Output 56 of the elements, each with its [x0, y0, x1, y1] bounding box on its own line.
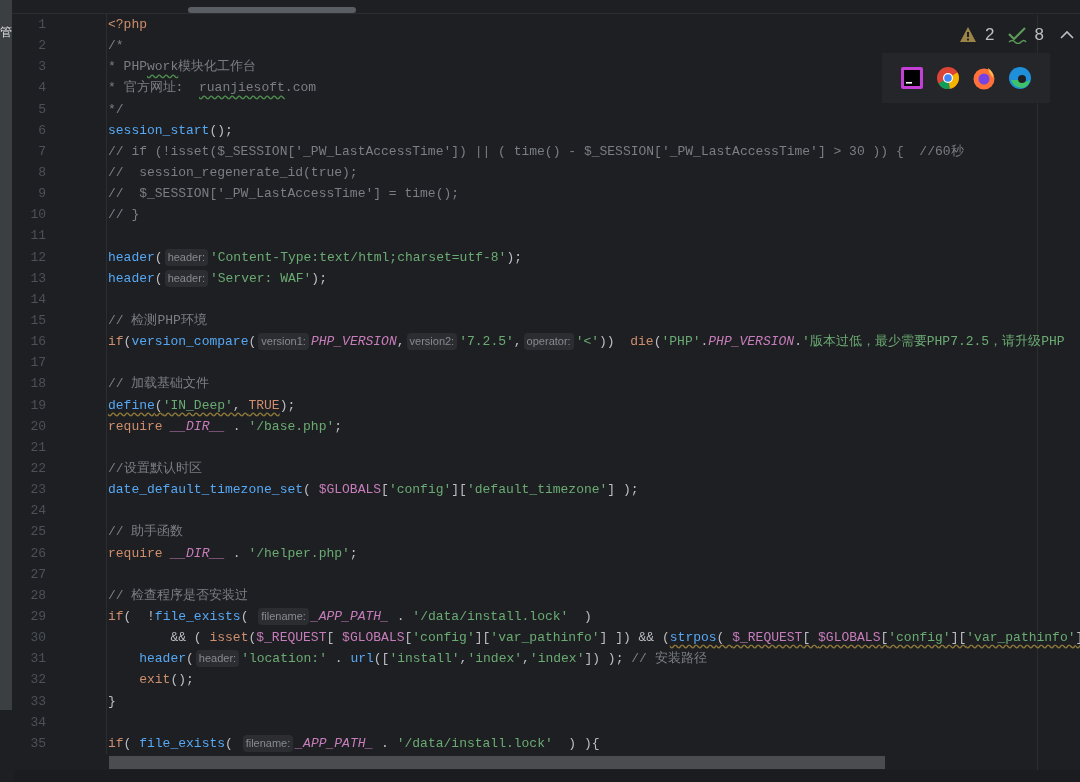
- app-icon[interactable]: [936, 66, 960, 90]
- code-text: 'location:' . url(['install','index','index']) ); // 安装路径: [241, 650, 707, 669]
- code-text: PHP_VERSION,: [310, 333, 405, 352]
- code-text: /*: [108, 37, 124, 56]
- warning-icon[interactable]: [959, 26, 978, 44]
- code-text: '<')) die('PHP'.PHP_VERSION.'版本过低，最少需要PHP7.2.5，请升级PHP: [575, 333, 1065, 352]
- warning-count[interactable]: 2: [985, 22, 995, 48]
- check-icon[interactable]: [1006, 25, 1027, 44]
- code-text: '7.2.5',: [459, 333, 522, 352]
- side-tab-label[interactable]: 管: [0, 25, 12, 39]
- app-icon[interactable]: [972, 66, 996, 90]
- code-text: session_start();: [108, 121, 233, 140]
- parameter-hint: header:: [195, 650, 240, 668]
- code-text: exit();: [138, 671, 194, 690]
- code-text: define('IN_Deep', TRUE);: [108, 396, 296, 415]
- code-text: 'Server: WAF');: [209, 269, 327, 288]
- app-icon[interactable]: [900, 66, 924, 90]
- code-text: if( !file_exists(: [108, 607, 250, 626]
- code-text: header(: [108, 269, 163, 288]
- code-text: // $_SESSION['_PW_LastAccessTime'] = time();: [108, 185, 460, 204]
- parameter-hint: filename:: [258, 608, 309, 625]
- code-text: // }: [108, 206, 140, 225]
- code-text: _APP_PATH_ . '/data/install.lock' ): [310, 607, 592, 626]
- code-text: //设置默认时区: [108, 459, 202, 478]
- code-text: // 加载基础文件: [108, 375, 210, 394]
- code-text: 'Content-Type:text/html;charset=utf-8');: [209, 248, 522, 267]
- parameter-hint: version1:: [258, 333, 309, 351]
- code-text: // 检查程序是否安装过: [108, 586, 249, 605]
- code-text: && ( isset($_REQUEST[ $GLOBALS['config']['var_pathinfo'] ]) && (strpos( $_REQUEST[ $GLOBALS['config']['var_pathinfo']: [169, 629, 1080, 648]
- chevron-up-icon[interactable]: [1060, 29, 1074, 40]
- code-text: // 检测PHP环境: [108, 311, 207, 330]
- code-text: }: [108, 692, 116, 711]
- parameter-hint: header:: [164, 248, 208, 266]
- code-text: date_default_timezone_set( $GLOBALS['config']['default_timezone'] );: [108, 481, 639, 500]
- parameter-hint: header:: [164, 269, 208, 287]
- code-text: if(version_compare(: [108, 333, 257, 352]
- parameter-hint: operator:: [523, 333, 574, 351]
- code-text: if( file_exists(: [108, 734, 234, 753]
- code-text: require __DIR__ . '/base.php';: [108, 417, 343, 436]
- code-text: */: [108, 100, 124, 119]
- code-text: require __DIR__ . '/helper.php';: [108, 544, 358, 563]
- code-text: * PHPwork模块化工作台: [108, 58, 257, 77]
- weak-warning-count[interactable]: 8: [1034, 22, 1044, 48]
- code-text: _APP_PATH_ . '/data/install.lock' ) ){: [295, 734, 600, 753]
- parameter-hint: filename:: [242, 734, 294, 752]
- code-text: // 助手函数: [108, 523, 184, 542]
- code-text: // if (!isset($_SESSION['_PW_LastAccessTime']) || ( time() - $_SESSION['_PW_LastAccessTime'] > 30 )) { //60秒: [108, 142, 964, 161]
- scrollbar-thumb[interactable]: [188, 7, 356, 13]
- code-text: header(: [138, 650, 194, 669]
- parameter-hint: version2:: [406, 333, 458, 351]
- code-text: // session_regenerate_id(true);: [108, 164, 358, 182]
- app-icon[interactable]: [1008, 66, 1032, 90]
- code-text: * 官方网址: ruanjiesoft.com: [108, 79, 317, 98]
- code-text: <?php: [108, 16, 147, 34]
- scrollbar-thumb[interactable]: [109, 756, 885, 769]
- code-text: header(: [108, 248, 163, 267]
